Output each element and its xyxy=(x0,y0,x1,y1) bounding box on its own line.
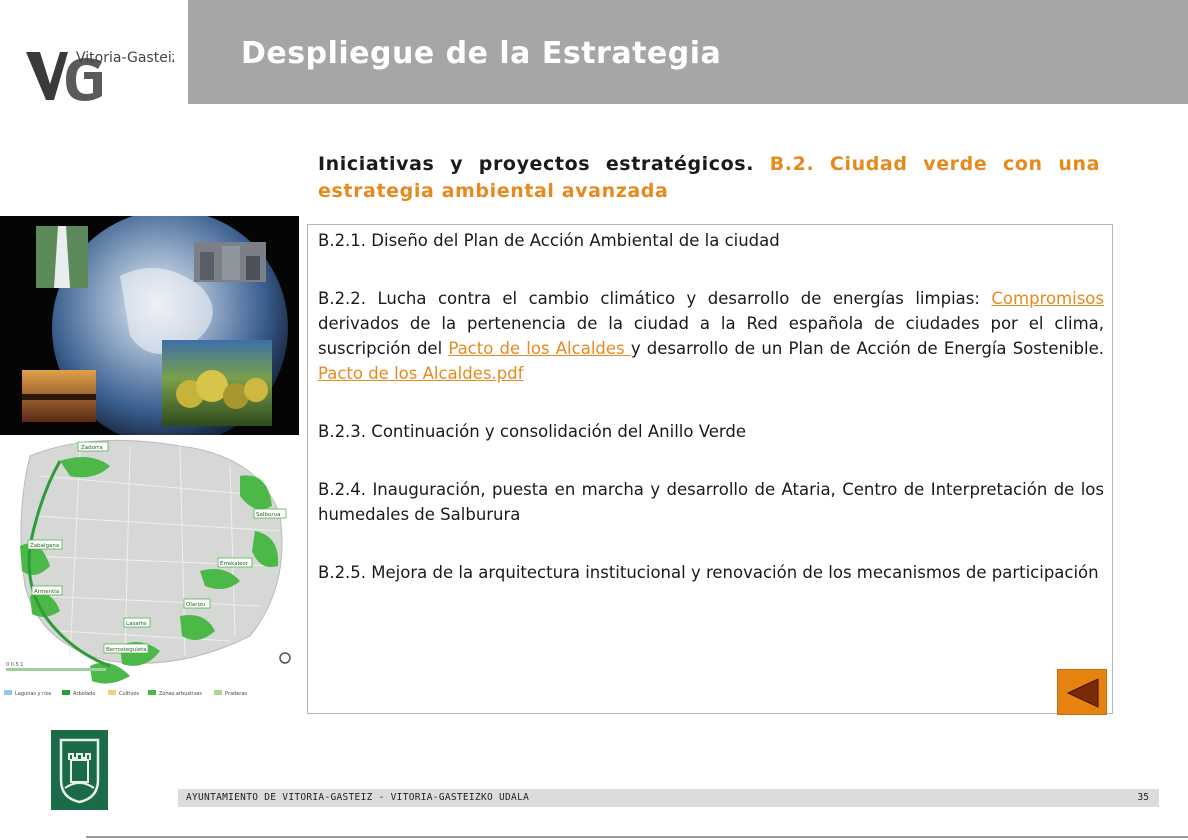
item-b22: B.2.2. Lucha contra el cambio climático … xyxy=(318,286,1104,386)
svg-text:Arbolado: Arbolado xyxy=(73,691,95,697)
map-label-lasarte: Lasarte xyxy=(126,621,147,627)
svg-text:Lagunas y ríos: Lagunas y ríos xyxy=(15,690,52,697)
page-number: 35 xyxy=(1137,792,1149,803)
map-label-errekaleor: Errekaleor xyxy=(220,561,249,567)
map-label-zadorra: Zadorra xyxy=(81,445,103,451)
triangle-left-icon xyxy=(1066,678,1099,708)
svg-text:Cultivos: Cultivos xyxy=(119,691,139,697)
pacto-alcaldes-link[interactable]: Pacto de los Alcaldes xyxy=(448,339,630,358)
photo-collage xyxy=(0,216,299,435)
back-button[interactable] xyxy=(1057,669,1107,715)
map-label-salburua: Salburua xyxy=(256,512,280,518)
map-label-olarizu: Olarizu xyxy=(186,602,205,608)
pacto-alcaldes-pdf-link[interactable]: Pacto de los Alcaldes.pdf xyxy=(318,364,523,383)
item-b23: B.2.3. Continuación y consolidación del … xyxy=(318,422,747,441)
map-label-zabalgana: Zabalgana xyxy=(30,543,59,549)
item-b21: B.2.1. Diseño del Plan de Acción Ambient… xyxy=(318,231,780,250)
section-heading: Iniciativas y proyectos estratégicos. B.… xyxy=(318,151,1100,205)
vg-logo-mark: Vitoria-Gasteiz xyxy=(26,50,174,101)
map-label-armentia: Armentia xyxy=(34,589,59,595)
compromisos-link[interactable]: Compromisos xyxy=(991,289,1104,308)
footer-divider xyxy=(86,836,1188,838)
city-crest-logo xyxy=(51,730,108,810)
svg-text:Praderas: Praderas xyxy=(225,691,247,697)
green-belt-map: Zadorra Zabalgana Salburua Errekaleor Ar… xyxy=(0,436,299,706)
svg-text:Zonas arbustivas: Zonas arbustivas xyxy=(159,691,202,697)
logo-wordmark: Vitoria-Gasteiz xyxy=(76,50,174,66)
item-b25: B.2.5. Mejora de la arquitectura institu… xyxy=(318,563,1099,582)
item-b24: B.2.4. Inauguración, puesta en marcha y … xyxy=(318,480,1104,524)
map-label-berrosteguieta: Berrosteguieta xyxy=(106,647,147,653)
vitoria-gasteiz-logo: Vitoria-Gasteiz xyxy=(0,0,188,104)
footer-bar: AYUNTAMIENTO DE VITORIA-GASTEIZ - VITORI… xyxy=(178,789,1159,807)
page-title: Despliegue de la Estrategia xyxy=(241,36,722,71)
heading-part1: Iniciativas y proyectos estratégicos. xyxy=(318,153,755,175)
item-b22-text1: B.2.2. Lucha contra el cambio climático … xyxy=(318,289,992,308)
footer-text: AYUNTAMIENTO DE VITORIA-GASTEIZ - VITORI… xyxy=(186,792,530,803)
item-b22-text3: y desarrollo de un Plan de Acción de Ene… xyxy=(630,339,1104,358)
svg-text:0 0.5 1: 0 0.5 1 xyxy=(6,662,24,668)
